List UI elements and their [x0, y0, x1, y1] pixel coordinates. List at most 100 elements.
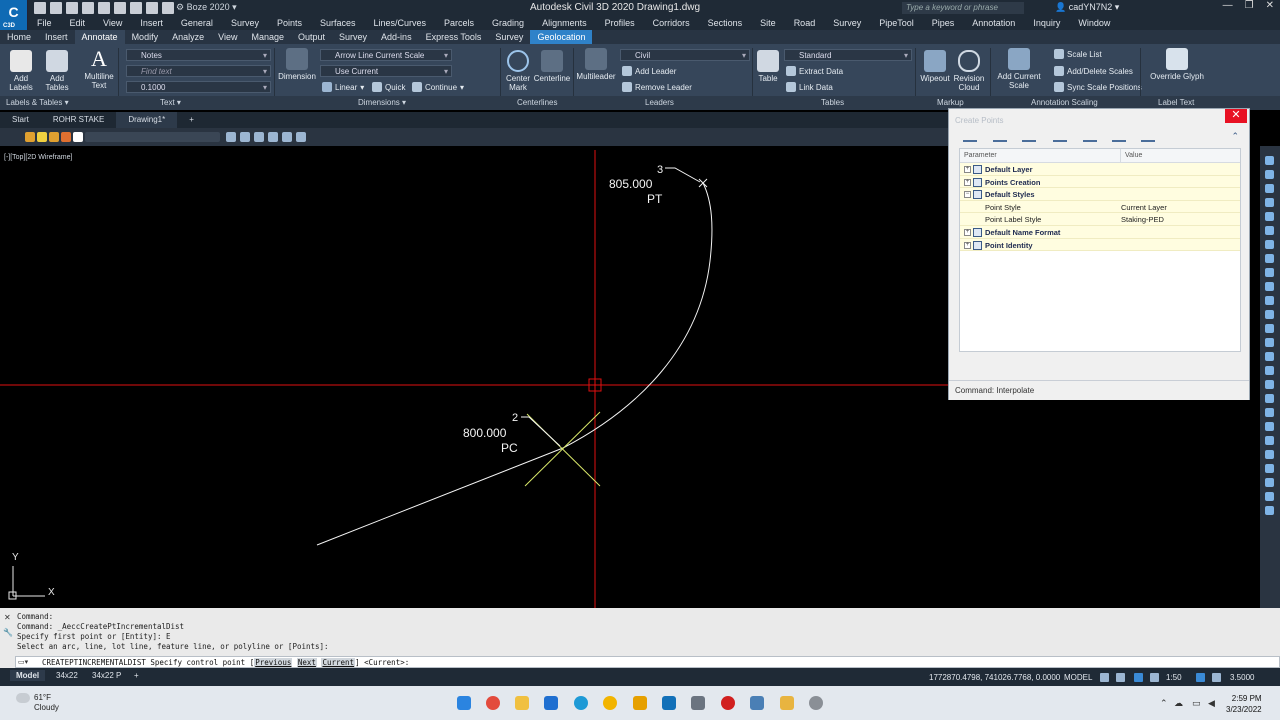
expand-icon[interactable]: + [964, 241, 971, 249]
search-input[interactable]: Type a keyword or phrase [902, 2, 1024, 14]
nav-tool-icon[interactable] [1265, 478, 1274, 487]
ribbon-tab[interactable]: View [211, 30, 244, 44]
file-tab[interactable]: Drawing1* [116, 112, 178, 128]
file-tab[interactable]: Start [0, 112, 41, 128]
annotation-scale[interactable]: 1:50 [1166, 673, 1182, 682]
wipeout-button[interactable]: Wipeout [919, 50, 951, 83]
ribbon-tab[interactable]: Modify [125, 30, 166, 44]
system-clock[interactable]: 2:59 PM 3/23/2022 [1226, 693, 1262, 715]
add-delete-scales-button[interactable]: Add/Delete Scales [1054, 66, 1133, 76]
menu-item[interactable]: Sections [699, 16, 752, 30]
menu-item[interactable]: Surfaces [311, 16, 365, 30]
ribbon-tab[interactable]: Analyze [165, 30, 211, 44]
save-web-icon[interactable] [114, 2, 126, 14]
center-mark-button[interactable]: Center Mark [503, 50, 533, 92]
expand-icon[interactable]: + [964, 229, 971, 236]
nav-tool-icon[interactable] [1265, 170, 1274, 179]
chevron-icon[interactable] [633, 696, 647, 710]
layer-properties-icon[interactable] [226, 132, 236, 142]
auto-scale-icon[interactable] [1150, 673, 1159, 682]
network-icon[interactable]: ☁ [1174, 698, 1183, 709]
nav-tool-icon[interactable] [1265, 324, 1274, 333]
open-icon[interactable] [50, 2, 62, 14]
text-height-combo[interactable]: 0.1000 [126, 81, 271, 93]
snap-icon[interactable] [1116, 673, 1125, 682]
outlook-icon[interactable] [544, 696, 558, 710]
undo-icon[interactable] [146, 2, 158, 14]
redo-icon[interactable] [162, 2, 174, 14]
interpolate-points-icon[interactable] [1083, 133, 1097, 142]
nav-tool-icon[interactable] [1265, 492, 1274, 501]
new-icon[interactable] [34, 2, 46, 14]
edge-icon[interactable] [574, 696, 588, 710]
revision-cloud-button[interactable]: Revision Cloud [951, 50, 987, 92]
ribbon-tab[interactable]: Annotate [74, 30, 125, 44]
multileader-button[interactable]: Multileader [576, 48, 616, 81]
make-current-icon[interactable] [240, 132, 250, 142]
nav-tool-icon[interactable] [1265, 310, 1274, 319]
menu-item[interactable]: Survey [222, 16, 268, 30]
command-line-handle[interactable]: ✕ 🔧 [0, 610, 14, 668]
close-button[interactable]: ✕ [1266, 0, 1274, 11]
surface-points-icon[interactable] [1053, 133, 1067, 142]
unisolate-layer-icon[interactable] [296, 132, 306, 142]
ribbon-tab[interactable]: Survey [332, 30, 374, 44]
restore-button[interactable]: ❐ [1245, 0, 1254, 11]
plot-icon[interactable] [130, 2, 142, 14]
close-icon[interactable]: ✕ [4, 613, 11, 622]
nav-tool-icon[interactable] [1265, 198, 1274, 207]
isolate-objects-icon[interactable] [1196, 673, 1205, 682]
parameter-value[interactable]: Current Layer [1121, 203, 1167, 212]
display-icon[interactable]: ▭ [1192, 698, 1201, 709]
save-icon[interactable] [66, 2, 78, 14]
panel-title-dimensions[interactable]: Dimensions ▾ [358, 98, 406, 107]
layer-state-icon[interactable] [25, 132, 35, 142]
nav-tool-icon[interactable] [1265, 212, 1274, 221]
workspace-selector[interactable]: ⚙ Boze 2020 ▾ [176, 2, 237, 13]
nav-tool-icon[interactable] [1265, 408, 1274, 417]
nav-tool-icon[interactable] [1265, 464, 1274, 473]
file-tab[interactable]: ROHR STAKE [41, 112, 116, 128]
previous-layer-icon[interactable] [268, 132, 278, 142]
start-icon[interactable] [457, 696, 471, 710]
tray-overflow-icon[interactable]: ⌃ [1160, 698, 1168, 709]
add-leader-button[interactable]: Add Leader [622, 66, 676, 76]
palette-row[interactable]: + Default Name Format [960, 226, 1240, 239]
import-points-icon[interactable] [1141, 133, 1155, 142]
ribbon-tab[interactable]: Manage [244, 30, 291, 44]
option-previous[interactable]: Previous [254, 658, 293, 667]
palette-row[interactable]: − Default Styles [960, 188, 1240, 201]
palette-row[interactable]: + Points Creation [960, 175, 1240, 189]
quick-dim-button[interactable]: Quick [372, 82, 405, 92]
tangent-line[interactable] [316, 447, 564, 546]
dimension-button[interactable]: Dimension [278, 48, 316, 81]
panel-title-text[interactable]: Text ▾ [160, 98, 181, 107]
ribbon-tab[interactable]: Insert [38, 30, 75, 44]
ribbon-tab[interactable]: Output [291, 30, 332, 44]
menu-item[interactable]: Insert [131, 16, 172, 30]
menu-item[interactable]: Pipes [923, 16, 964, 30]
folder-icon[interactable] [780, 696, 794, 710]
file-explorer-icon[interactable] [515, 696, 529, 710]
color-icon[interactable] [61, 132, 71, 142]
menu-item[interactable]: File [28, 16, 61, 30]
volume-icon[interactable]: ◀ [1208, 698, 1215, 709]
match-layer-icon[interactable] [254, 132, 264, 142]
save-as-icon[interactable] [82, 2, 94, 14]
layer-combo[interactable] [85, 132, 220, 142]
minimize-button[interactable]: — [1223, 0, 1233, 11]
option-current[interactable]: Current [321, 658, 356, 667]
opera-icon[interactable] [721, 696, 735, 710]
text-style-combo[interactable]: Notes [126, 49, 271, 61]
nav-tool-icon[interactable] [1265, 394, 1274, 403]
customize-icon[interactable]: 🔧 [3, 628, 13, 637]
nav-tool-icon[interactable] [1265, 422, 1274, 431]
nav-tool-icon[interactable] [1265, 436, 1274, 445]
slope-points-icon[interactable] [1112, 133, 1126, 142]
continue-dim-button[interactable]: Continue ▾ [412, 82, 464, 92]
table-style-combo[interactable]: Standard [784, 49, 912, 61]
intersection-points-icon[interactable] [993, 133, 1007, 142]
menu-item[interactable]: Grading [483, 16, 533, 30]
layer-color-swatch[interactable] [73, 132, 83, 142]
nav-tool-icon[interactable] [1265, 296, 1274, 305]
